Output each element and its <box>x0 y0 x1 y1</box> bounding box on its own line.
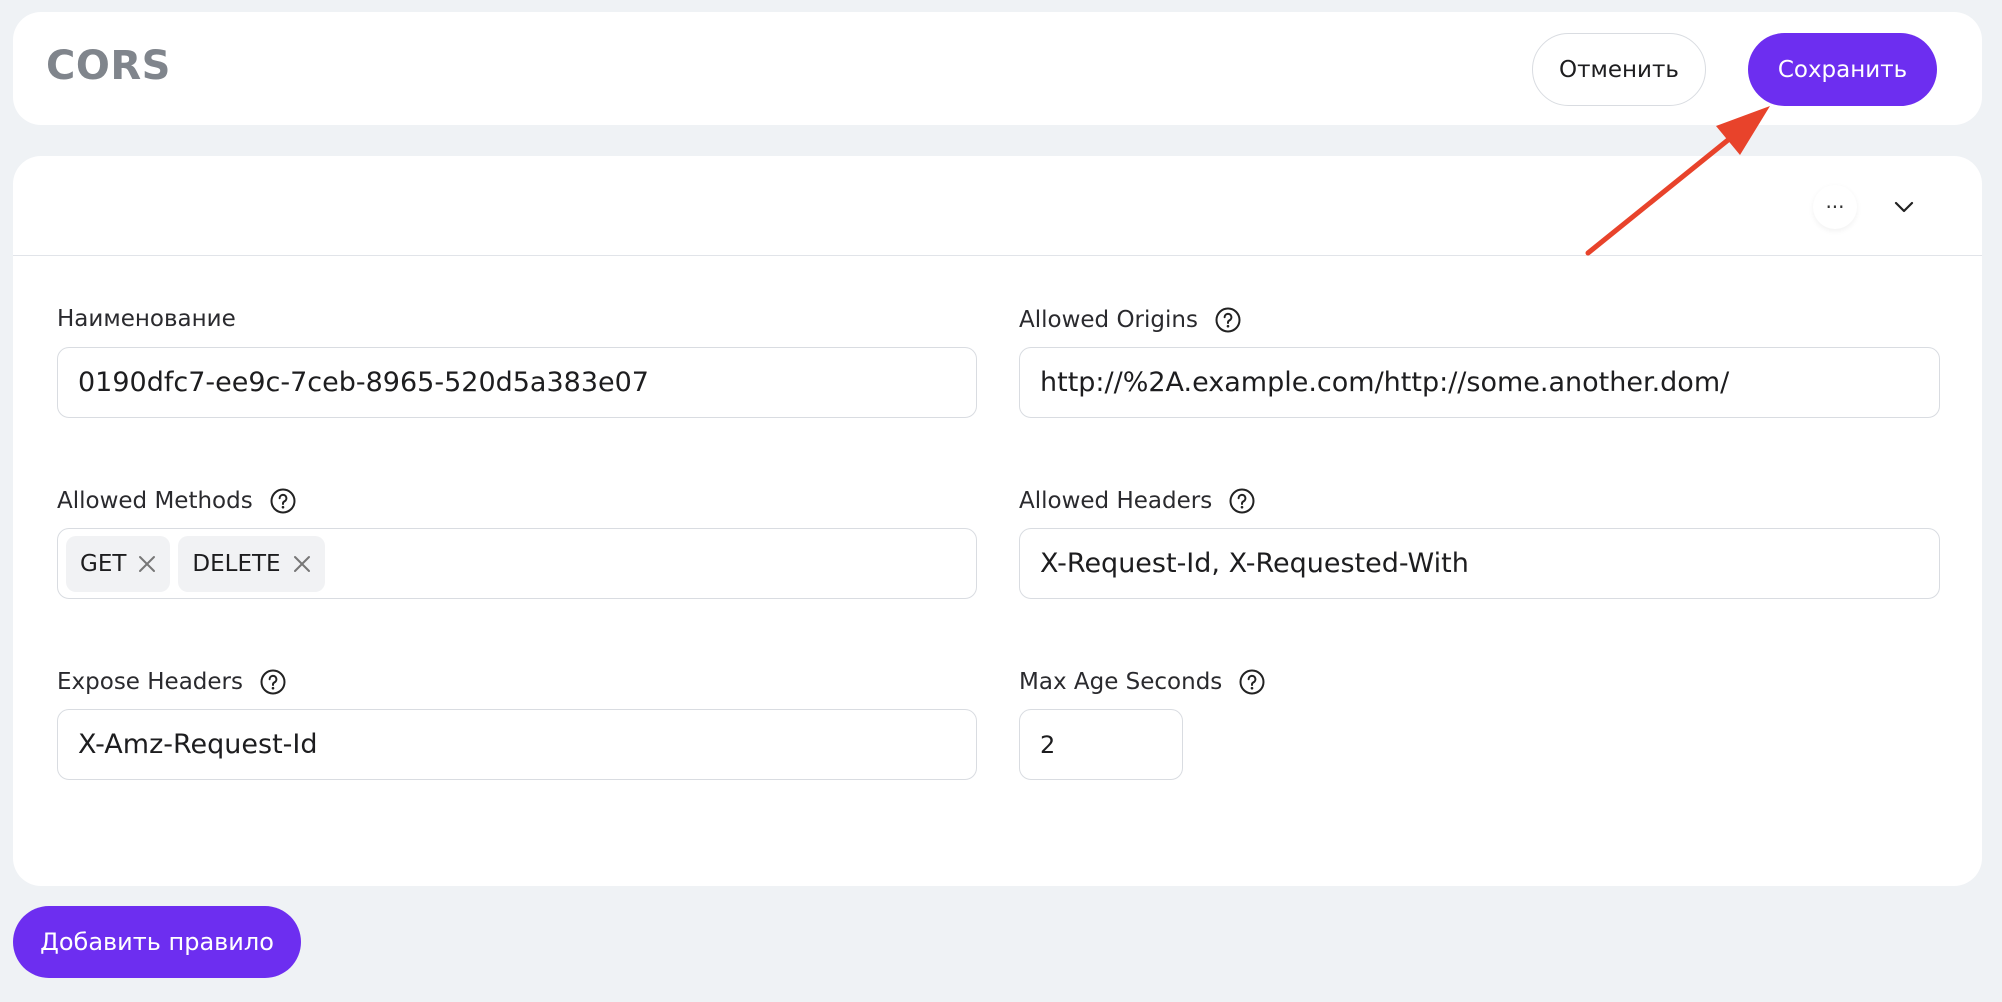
allowed-origins-value: http://%2A.example.com/http://some.anoth… <box>1040 367 1730 398</box>
allowed-headers-field[interactable]: X-Request-Id, X-Requested-With <box>1019 528 1940 599</box>
help-icon[interactable] <box>1228 487 1256 515</box>
more-options-icon[interactable]: ··· <box>1813 185 1857 229</box>
name-label-text: Наименование <box>57 306 236 332</box>
method-tag-delete: DELETE <box>178 535 325 592</box>
save-button[interactable]: Сохранить <box>1748 33 1937 106</box>
allowed-methods-field[interactable]: GET DELETE <box>57 528 977 599</box>
add-rule-button[interactable]: Добавить правило <box>13 906 301 978</box>
allowed-origins-label: Allowed Origins <box>1019 306 1242 334</box>
max-age-seconds-label: Max Age Seconds <box>1019 668 1266 696</box>
close-icon[interactable] <box>291 553 313 575</box>
method-tag-label: GET <box>80 550 127 577</box>
page-title: CORS <box>46 43 171 89</box>
expose-headers-label: Expose Headers <box>57 668 287 696</box>
rule-toolbar <box>13 156 1982 256</box>
allowed-origins-label-text: Allowed Origins <box>1019 307 1198 333</box>
expose-headers-value: X-Amz-Request-Id <box>78 729 318 760</box>
help-icon[interactable] <box>1214 306 1242 334</box>
name-label: Наименование <box>57 306 236 332</box>
name-field[interactable]: 0190dfc7-ee9c-7ceb-8965-520d5a383e07 <box>57 347 977 418</box>
close-icon[interactable] <box>136 553 158 575</box>
name-value: 0190dfc7-ee9c-7ceb-8965-520d5a383e07 <box>78 367 649 398</box>
allowed-headers-label-text: Allowed Headers <box>1019 488 1213 514</box>
allowed-headers-label: Allowed Headers <box>1019 487 1256 515</box>
help-icon[interactable] <box>269 487 297 515</box>
max-age-seconds-field[interactable]: 2 <box>1019 709 1183 780</box>
help-icon[interactable] <box>1238 668 1266 696</box>
help-icon[interactable] <box>259 668 287 696</box>
allowed-origins-field[interactable]: http://%2A.example.com/http://some.anoth… <box>1019 347 1940 418</box>
allowed-methods-label-text: Allowed Methods <box>57 488 253 514</box>
method-tag-get: GET <box>66 535 171 592</box>
max-age-seconds-value: 2 <box>1040 730 1056 759</box>
allowed-methods-label: Allowed Methods <box>57 487 297 515</box>
expose-headers-field[interactable]: X-Amz-Request-Id <box>57 709 977 780</box>
chevron-down-icon[interactable] <box>1890 193 1918 221</box>
allowed-headers-value: X-Request-Id, X-Requested-With <box>1040 548 1469 579</box>
cancel-button[interactable]: Отменить <box>1532 33 1706 106</box>
max-age-seconds-label-text: Max Age Seconds <box>1019 669 1223 695</box>
expose-headers-label-text: Expose Headers <box>57 669 243 695</box>
method-tag-label: DELETE <box>192 550 281 577</box>
